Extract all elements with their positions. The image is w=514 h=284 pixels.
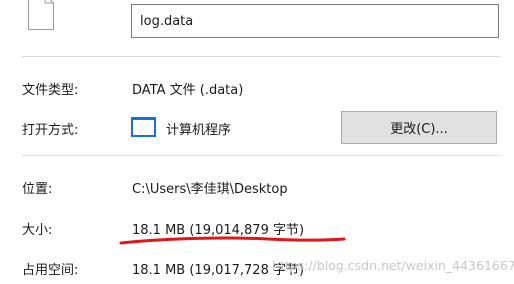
program-window-icon [131,117,156,137]
opens-with-label: 打开方式: [22,123,79,138]
separator [22,56,500,57]
filename-input[interactable] [131,4,499,38]
size-label: 大小: [22,223,53,238]
opens-with-value: 计算机程序 [166,123,232,138]
file-icon [28,0,54,30]
location-label: 位置: [22,182,53,197]
size-on-disk-label: 占用空间: [22,263,79,278]
red-underline-annotation [119,236,346,245]
file-type-value: DATA 文件 (.data) [132,83,244,98]
file-type-label: 文件类型: [22,83,79,98]
change-button[interactable]: 更改(C)... [341,111,497,144]
separator [22,155,500,156]
watermark: https://blog.csdn.net/weixin_44361667 [272,258,514,273]
location-value: C:\Users\李佳琪\Desktop [132,182,288,197]
